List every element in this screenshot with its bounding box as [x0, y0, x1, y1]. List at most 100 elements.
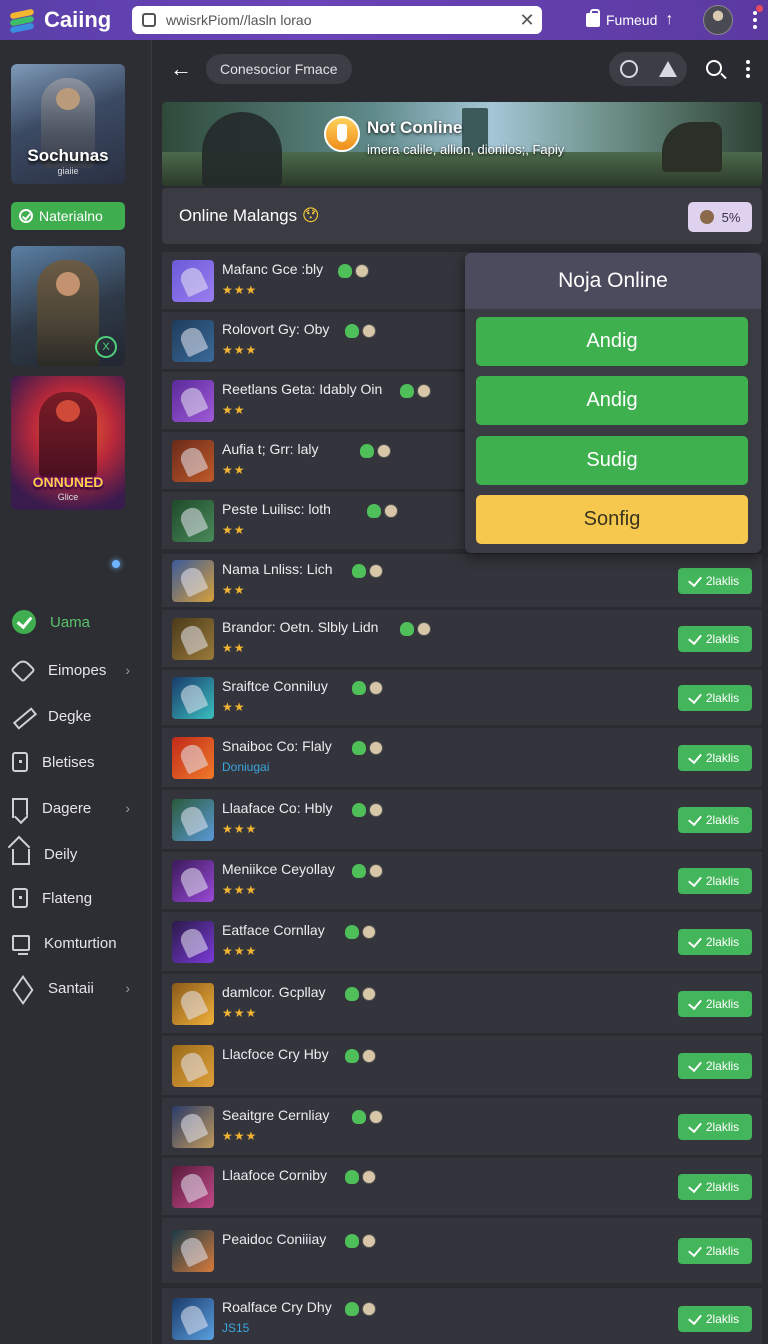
list-item[interactable]: Llaaface Co: Hbly ★★★ 2laklis	[162, 790, 762, 850]
url-text[interactable]: wwisrkPiom//lasln lorao	[166, 12, 512, 28]
list-item[interactable]: Seaitgre Cernliay ★★★ 2laklis	[162, 1098, 762, 1156]
sidebar-item-label: Dagere	[42, 799, 92, 817]
game-thumbnail	[172, 799, 214, 841]
sidebar-item-eimopes[interactable]: Eimopes ›	[0, 652, 150, 688]
game-rating: ★★★	[222, 1129, 258, 1143]
refresh-icon[interactable]	[619, 60, 638, 78]
popup-button-1[interactable]: Andig	[476, 317, 748, 366]
game-rating: JS15	[222, 1321, 250, 1335]
add-button[interactable]: 2laklis	[678, 1053, 752, 1079]
list-item[interactable]: damlcor. Gcpllay ★★★ 2laklis	[162, 974, 762, 1034]
game-cover-2[interactable]: X	[11, 246, 125, 366]
player-tags	[352, 862, 384, 878]
close-icon[interactable]: ✕	[512, 10, 542, 31]
game-cover-3[interactable]: ONNUNED Glice	[11, 376, 125, 510]
home-icon	[12, 849, 30, 865]
hero-banner[interactable]: Not Conline imera calile, allion, dionil…	[162, 102, 762, 186]
status-badge-icon	[324, 116, 360, 152]
game-thumbnail	[172, 1298, 214, 1340]
add-button-label: 2laklis	[705, 1120, 740, 1134]
list-item[interactable]: Roalface Cry Dhy JS15 2laklis	[162, 1288, 762, 1344]
friend-avatar-icon	[362, 1233, 377, 1248]
popup-button-3[interactable]: Sudig	[476, 436, 748, 485]
creature-icon	[338, 263, 352, 278]
game-thumbnail	[172, 860, 214, 902]
naterialno-button[interactable]: Naterialno	[11, 202, 125, 230]
percent-chip[interactable]: 5%	[688, 202, 752, 232]
friend-avatar-icon	[362, 1301, 377, 1316]
popup-button-4[interactable]: Sonfig	[476, 495, 748, 544]
check-icon	[687, 872, 702, 887]
list-item[interactable]: Nama Lnliss: Lich ★★ 2laklis	[162, 554, 762, 608]
cover-character	[37, 260, 99, 366]
sidebar-item-label: Santaii	[48, 979, 94, 997]
creature-icon	[359, 443, 374, 458]
more-options-icon[interactable]	[746, 60, 750, 78]
friend-avatar-icon	[383, 503, 398, 518]
add-button[interactable]: 2laklis	[678, 1306, 752, 1332]
game-rating: Doniugai	[222, 760, 270, 774]
add-button[interactable]: 2laklis	[678, 626, 752, 652]
search-icon[interactable]	[706, 60, 722, 76]
check-icon	[687, 933, 702, 948]
check-icon	[687, 1242, 702, 1257]
game-cover-1[interactable]: Sochunas giaiie	[11, 64, 125, 184]
add-button[interactable]: 2laklis	[678, 685, 752, 711]
list-item[interactable]: Peaidoc Coniiiay 2laklis	[162, 1218, 762, 1284]
fumeud-button[interactable]: Fumeud ↑	[586, 9, 673, 29]
face-icon	[699, 210, 714, 224]
add-button[interactable]: 2laklis	[678, 1114, 752, 1140]
sidebar-item-flateng[interactable]: Flateng	[0, 880, 150, 916]
banner-knight	[202, 112, 282, 186]
sidebar-item-bletises[interactable]: Bletises	[0, 744, 150, 780]
add-button[interactable]: 2laklis	[678, 745, 752, 771]
friend-avatar-icon	[355, 263, 369, 278]
friend-avatar-icon	[369, 680, 384, 695]
sidebar-item-degke[interactable]: Degke	[0, 698, 150, 734]
sidebar-item-komturtion[interactable]: Komturtion	[0, 925, 150, 961]
url-bar[interactable]: wwisrkPiom//lasln lorao ✕	[132, 6, 542, 34]
game-rating: ★★	[222, 463, 246, 477]
list-item[interactable]: Sraiftce Conniluy ★★ 2laklis	[162, 670, 762, 726]
player-tags	[345, 1168, 377, 1184]
game-thumbnail	[172, 1166, 214, 1208]
add-button-label: 2laklis	[705, 1059, 740, 1073]
add-button[interactable]: 2laklis	[678, 929, 752, 955]
sidebar-item-uama[interactable]: Uama	[0, 604, 150, 640]
sidebar-item-dagere[interactable]: Dagere ›	[0, 790, 150, 826]
game-rating: ★★★	[222, 883, 258, 897]
list-item[interactable]: Brandor: Oetn. Slbly Lidn ★★ 2laklis	[162, 610, 762, 668]
game-rating: ★★★	[222, 343, 258, 357]
sidebar-item-deily[interactable]: Deily	[0, 836, 150, 872]
warning-icon[interactable]	[658, 61, 677, 77]
list-item[interactable]: Meniikce Ceyollay ★★★ 2laklis	[162, 852, 762, 910]
more-menu-icon[interactable]	[749, 5, 764, 29]
add-button[interactable]: 2laklis	[678, 1174, 752, 1200]
list-item[interactable]: Llacfoce Cry Hby 2laklis	[162, 1036, 762, 1096]
friend-avatar-icon	[369, 863, 384, 878]
add-button-label: 2laklis	[705, 997, 740, 1011]
back-arrow-icon[interactable]: ←	[166, 52, 196, 86]
avatar[interactable]	[703, 5, 734, 35]
add-button-label: 2laklis	[705, 935, 740, 949]
player-tags	[345, 923, 377, 939]
list-item[interactable]: Eatface Cornllay ★★★ 2laklis	[162, 912, 762, 972]
app-logo-icon	[8, 7, 38, 34]
add-button[interactable]: 2laklis	[678, 1238, 752, 1264]
player-tags	[352, 801, 384, 817]
add-button[interactable]: 2laklis	[678, 568, 752, 594]
list-item[interactable]: Snaiboc Co: Flaly Doniugai 2laklis	[162, 728, 762, 788]
breadcrumb[interactable]: Conesocior Fmace	[206, 54, 352, 84]
popup-button-2[interactable]: Andig	[476, 376, 748, 425]
game-rating: ★★	[222, 403, 246, 417]
game-thumbnail	[172, 560, 214, 602]
list-item[interactable]: Llaafoce Corniby 2laklis	[162, 1158, 762, 1216]
add-button[interactable]: 2laklis	[678, 868, 752, 894]
player-tags	[352, 739, 384, 755]
game-thumbnail	[172, 500, 214, 542]
sidebar-item-santaii[interactable]: Santaii ›	[0, 970, 150, 1006]
add-button[interactable]: 2laklis	[678, 991, 752, 1017]
pencil-icon	[12, 705, 34, 727]
game-name: Reetlans Geta: Idably Oin	[222, 381, 383, 397]
add-button[interactable]: 2laklis	[678, 807, 752, 833]
